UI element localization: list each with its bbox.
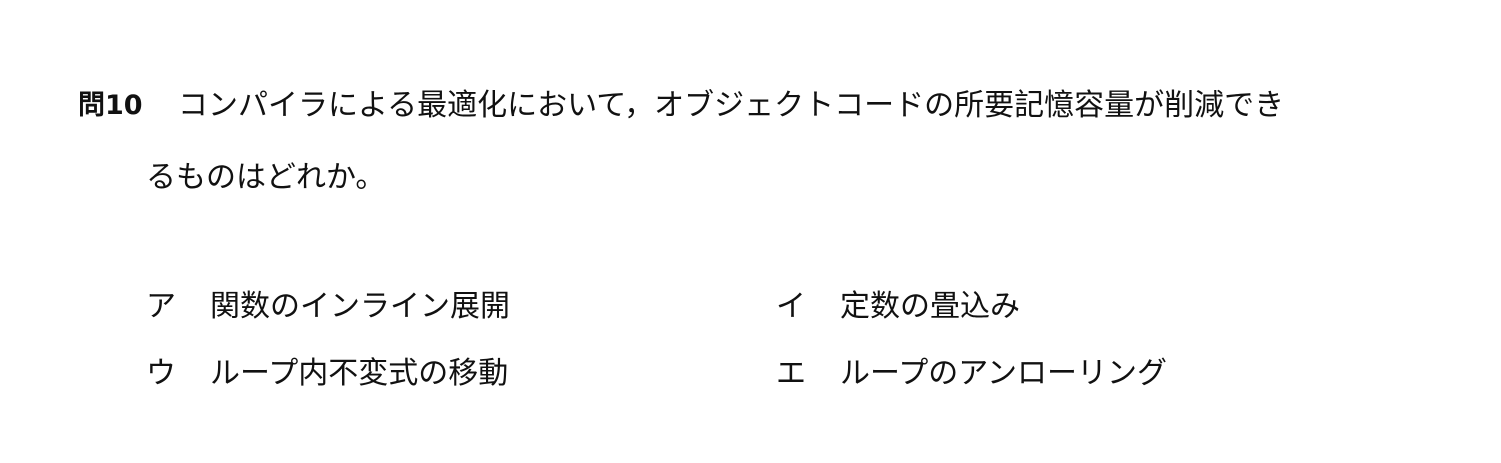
choice-text: 定数の畳込み bbox=[840, 289, 1020, 324]
choice-text: ループのアンローリング bbox=[840, 356, 1167, 391]
choice-u: ウループ内不変式の移動 bbox=[146, 354, 508, 394]
choice-text: ループ内不変式の移動 bbox=[210, 356, 509, 391]
choice-e: エループのアンローリング bbox=[776, 354, 1167, 394]
question-text-line-2: るものはどれか。 bbox=[146, 160, 386, 195]
choice-label: イ bbox=[776, 289, 806, 324]
choice-i: イ定数の畳込み bbox=[776, 287, 1020, 327]
exam-question-page: 問10 コンパイラによる最適化において，オブジェクトコードの所要記憶容量が削減で… bbox=[0, 0, 1501, 463]
choice-label: ウ bbox=[146, 356, 176, 391]
choice-label: エ bbox=[776, 356, 806, 391]
choice-label: ア bbox=[146, 289, 176, 324]
choice-text: 関数のインライン展開 bbox=[210, 289, 510, 324]
question-number: 問10 bbox=[78, 90, 143, 121]
question-text-line-1: コンパイラによる最適化において，オブジェクトコードの所要記憶容量が削減でき bbox=[178, 88, 1285, 123]
choice-a: ア関数のインライン展開 bbox=[146, 287, 510, 327]
